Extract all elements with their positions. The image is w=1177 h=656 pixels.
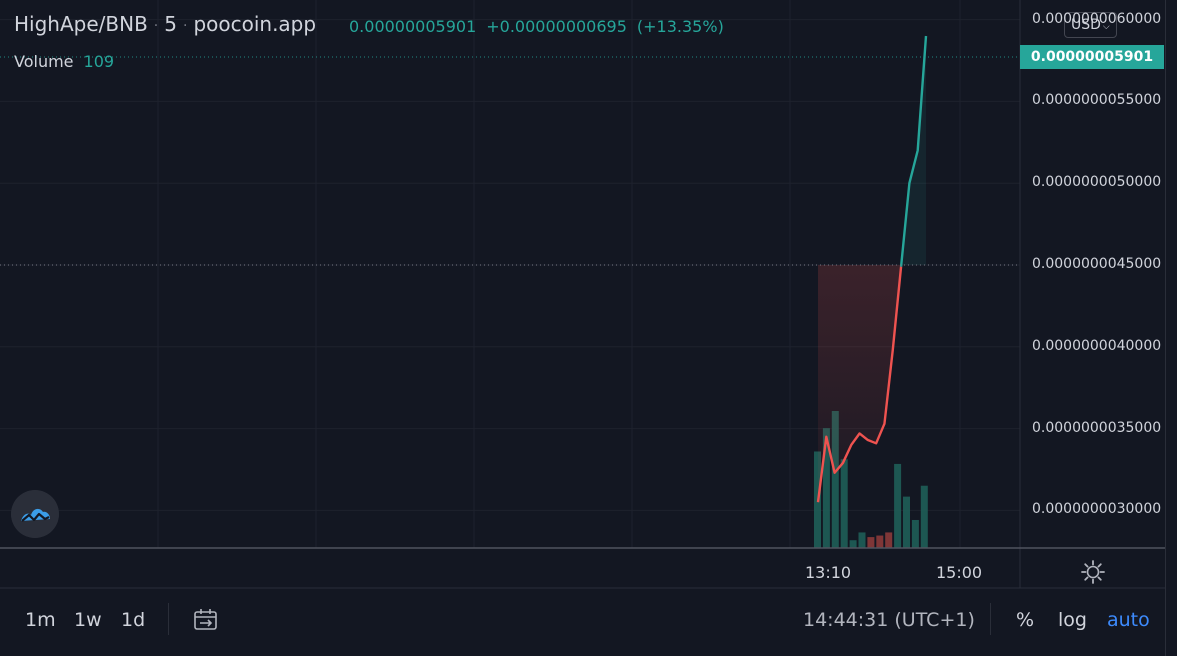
- volume-bar: [920, 485, 928, 548]
- price-chart[interactable]: [0, 0, 1177, 656]
- right-gutter: [1166, 0, 1177, 656]
- price-change-pct: (+13.35%): [636, 17, 724, 36]
- y-tick-label: 0.0000000050000: [1032, 174, 1162, 191]
- y-tick-label: 0.0000000040000: [1032, 337, 1162, 354]
- date-range-icon[interactable]: [192, 607, 220, 633]
- y-tick-label: 0.0000000055000: [1032, 92, 1162, 109]
- toolbar-divider: [168, 603, 169, 635]
- header-dot: ·: [153, 17, 159, 34]
- volume-bar: [894, 463, 902, 548]
- header-dot: ·: [182, 17, 188, 34]
- timeframe-1w[interactable]: 1w: [74, 609, 102, 631]
- timeframe-1m[interactable]: 1m: [25, 609, 56, 631]
- toolbar-divider: [990, 603, 991, 635]
- volume-legend: Volume 109: [14, 52, 114, 71]
- volume-bar: [840, 459, 848, 548]
- last-price: 0.00000005901: [349, 17, 477, 36]
- auto-scale-toggle[interactable]: auto: [1107, 609, 1150, 631]
- clock-readout[interactable]: 14:44:31 (UTC+1): [803, 609, 975, 631]
- pair-name[interactable]: HighApe/BNB: [14, 12, 148, 36]
- volume-bar: [911, 519, 919, 548]
- x-tick-label: 13:10: [805, 563, 852, 582]
- volume-bar: [849, 540, 857, 548]
- chart-header: HighApe/BNB · 5 · poocoin.app: [14, 12, 316, 36]
- last-price-tag: 0.00000005901: [1020, 45, 1164, 69]
- percent-scale-toggle[interactable]: %: [1016, 609, 1034, 631]
- y-tick-label: 0.0000000030000: [1032, 501, 1162, 518]
- volume-bar: [885, 532, 893, 548]
- y-tick-label: 0.0000000060000: [1032, 10, 1162, 27]
- volume-bar: [867, 537, 875, 548]
- volume-bar: [858, 532, 866, 548]
- logo-icon[interactable]: [11, 490, 59, 538]
- price-readout: 0.00000005901 +0.00000000695 (+13.35%): [349, 17, 734, 36]
- timeframe-1d[interactable]: 1d: [121, 609, 145, 631]
- interval[interactable]: 5: [164, 12, 177, 36]
- price-change: +0.00000000695: [486, 17, 627, 36]
- log-scale-toggle[interactable]: log: [1058, 609, 1087, 631]
- volume-label: Volume: [14, 52, 74, 71]
- x-tick-label: 15:00: [936, 563, 983, 582]
- volume-value: 109: [83, 52, 115, 71]
- bottom-toolbar: [0, 588, 1166, 654]
- y-tick-label: 0.0000000035000: [1032, 419, 1162, 436]
- gear-icon[interactable]: [1080, 559, 1106, 585]
- source: poocoin.app: [193, 12, 317, 36]
- volume-bar: [876, 535, 884, 548]
- volume-bar: [903, 496, 910, 548]
- y-tick-label: 0.0000000045000: [1032, 256, 1162, 272]
